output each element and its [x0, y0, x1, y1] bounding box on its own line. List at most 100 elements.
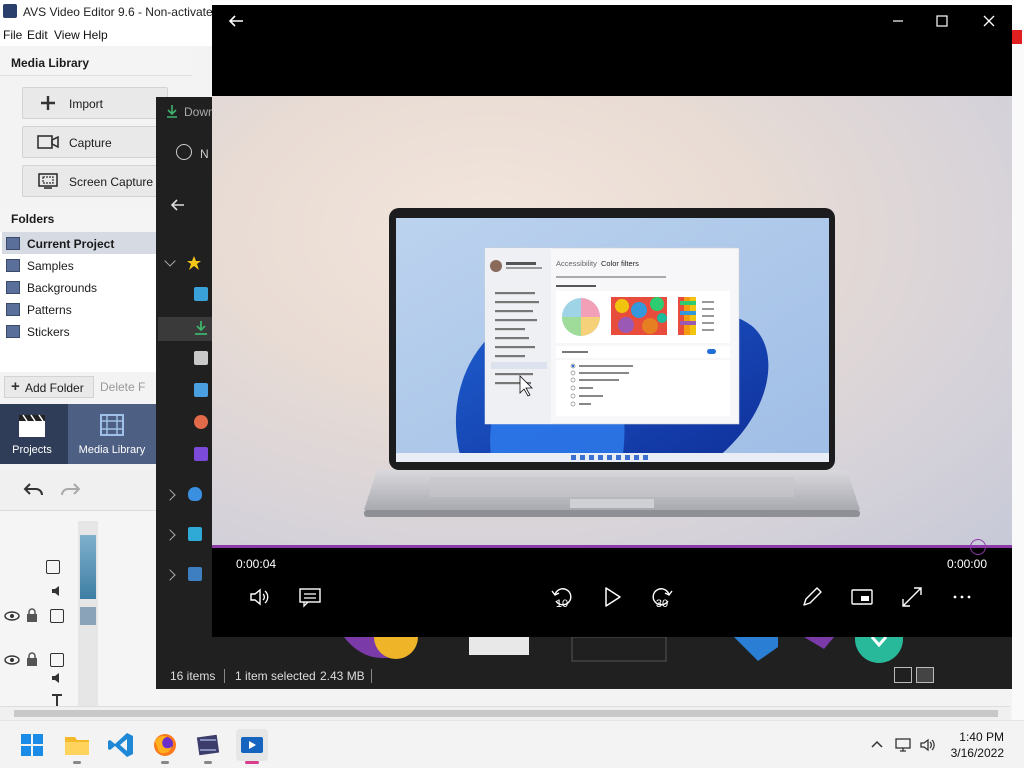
chevron-right-icon[interactable]: [164, 489, 176, 501]
eye-icon[interactable]: [4, 610, 20, 622]
menu-view[interactable]: View: [54, 28, 80, 42]
folder-label: Patterns: [27, 303, 72, 317]
eye-icon[interactable]: [4, 654, 20, 666]
tab-media-library[interactable]: Media Library: [68, 404, 156, 464]
capture-label: Capture: [69, 136, 112, 150]
import-button[interactable]: Import: [22, 87, 168, 119]
subtitles-icon[interactable]: [298, 585, 322, 609]
new-icon: [176, 144, 192, 160]
pictures-icon[interactable]: [194, 383, 208, 397]
back-arrow-icon[interactable]: [226, 11, 246, 31]
music-icon[interactable]: [194, 415, 208, 429]
folder-item-samples[interactable]: Samples: [2, 254, 158, 276]
skip-back-10-button[interactable]: 10: [550, 585, 574, 610]
text-track-icon: [52, 694, 62, 706]
screen-capture-label: Screen Capture: [69, 175, 154, 189]
redo-icon[interactable]: [58, 480, 82, 500]
fullscreen-icon[interactable]: [900, 585, 924, 609]
downloads-icon[interactable]: [194, 320, 208, 336]
folder-icon: [6, 325, 20, 338]
volume-icon[interactable]: [50, 671, 66, 685]
folder-item-current-project[interactable]: Current Project: [2, 232, 158, 254]
details-view-button[interactable]: [894, 667, 912, 683]
seek-bar[interactable]: [212, 539, 1012, 555]
close-icon[interactable]: [979, 11, 999, 31]
videos-icon[interactable]: [194, 447, 208, 461]
tab-media-library-label: Media Library: [78, 444, 146, 456]
scrollbar-thumb[interactable]: [14, 710, 998, 717]
thumbnail-view-button[interactable]: [916, 667, 934, 683]
status-item-count: 16 items: [170, 669, 216, 683]
folder-icon: [6, 303, 20, 316]
tab-projects-label: Projects: [12, 444, 52, 456]
desktop-folder-icon[interactable]: [194, 287, 208, 301]
minimize-icon[interactable]: [888, 11, 908, 31]
pencil-icon[interactable]: [800, 585, 824, 609]
menu-help[interactable]: Help: [83, 28, 108, 42]
total-time: 0:00:00: [946, 557, 987, 571]
overlay-track-icon: [50, 609, 64, 623]
import-label: Import: [69, 97, 104, 111]
folder-list: Current Project Samples Backgrounds Patt…: [0, 232, 160, 372]
taskbar-media-player[interactable]: [236, 729, 268, 764]
chevron-right-icon[interactable]: [164, 569, 176, 581]
screen-capture-button[interactable]: Screen Capture: [22, 165, 168, 197]
onedrive-icon[interactable]: [188, 487, 202, 501]
more-options-icon[interactable]: [950, 585, 974, 609]
chevron-down-icon[interactable]: [164, 255, 176, 267]
undo-icon[interactable]: [22, 480, 46, 500]
speaker-icon[interactable]: [919, 736, 937, 754]
maximize-icon[interactable]: [932, 11, 952, 31]
folder-icon: [6, 237, 20, 250]
folder-item-stickers[interactable]: Stickers: [2, 320, 158, 342]
undo-toolbar: [0, 470, 160, 510]
add-folder-button[interactable]: + Add Folder: [4, 376, 94, 398]
taskbar-file-explorer[interactable]: [61, 729, 93, 764]
delete-folder-button[interactable]: Delete F: [100, 380, 145, 394]
lock-icon[interactable]: [26, 652, 38, 666]
skip-forward-label: 30: [655, 598, 669, 610]
folders-header: Folders: [0, 208, 160, 230]
firefox-icon: [154, 734, 176, 756]
settings-page-title: Color filters: [601, 259, 639, 268]
folder-icon: [6, 281, 20, 294]
explorer-new-button[interactable]: N: [200, 147, 209, 161]
chevron-right-icon[interactable]: [164, 529, 176, 541]
avs-window-title: AVS Video Editor 9.6 - Non-activated: [23, 5, 220, 19]
folder-actions: + Add Folder Delete F: [0, 374, 160, 400]
capture-button[interactable]: Capture: [22, 126, 168, 158]
mini-player-icon[interactable]: [850, 585, 874, 609]
taskbar-avs-editor[interactable]: [192, 729, 224, 764]
timeline-text-clip[interactable]: [80, 607, 96, 625]
network-icon[interactable]: [894, 736, 912, 754]
clock-date[interactable]: 3/16/2022: [951, 746, 1004, 760]
seek-bar-thumb[interactable]: [970, 539, 986, 555]
timeline-scrollbar[interactable]: [0, 706, 1010, 720]
lock-icon[interactable]: [26, 608, 38, 622]
taskbar-firefox[interactable]: [149, 729, 181, 764]
effects-track-icon: [50, 653, 64, 667]
volume-icon[interactable]: [248, 585, 272, 609]
timeline-video-clip[interactable]: [80, 535, 96, 599]
back-arrow-icon[interactable]: [170, 197, 186, 213]
menu-file[interactable]: File: [3, 28, 22, 42]
skip-forward-30-button[interactable]: 30: [650, 585, 674, 610]
vscode-icon: [108, 733, 133, 757]
avs-tabs: Projects Media Library: [0, 404, 160, 464]
file-thumbnails: [344, 637, 903, 663]
start-button[interactable]: [16, 729, 48, 761]
video-frame[interactable]: Accessibility Color filters: [212, 96, 1012, 547]
taskbar-vscode[interactable]: [105, 729, 137, 761]
chevron-up-icon[interactable]: [868, 736, 886, 754]
this-pc-icon[interactable]: [188, 527, 202, 541]
volume-icon[interactable]: [50, 584, 66, 598]
play-icon[interactable]: [600, 585, 624, 609]
network-icon[interactable]: [188, 567, 202, 581]
documents-icon[interactable]: [194, 351, 208, 365]
clock-time[interactable]: 1:40 PM: [959, 730, 1004, 744]
tab-projects[interactable]: Projects: [0, 404, 64, 464]
timeline: [0, 510, 160, 711]
folder-item-backgrounds[interactable]: Backgrounds: [2, 276, 158, 298]
menu-edit[interactable]: Edit: [27, 28, 48, 42]
folder-item-patterns[interactable]: Patterns: [2, 298, 158, 320]
